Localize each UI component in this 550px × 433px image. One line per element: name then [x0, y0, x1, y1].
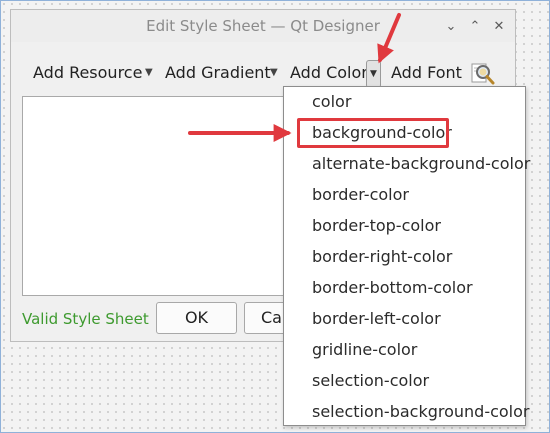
toolbar: Add Resource ▼ Add Gradient ▼ Add Color …: [11, 58, 515, 88]
menu-item-selection-color[interactable]: selection-color: [312, 366, 429, 396]
menu-item-border-color[interactable]: border-color: [312, 180, 409, 210]
title-bar[interactable]: Edit Style Sheet — Qt Designer ⌄ ⌃ ✕: [11, 10, 515, 42]
menu-item-border-right-color[interactable]: border-right-color: [312, 242, 452, 272]
add-color-dropdown-button[interactable]: ▼: [366, 60, 381, 88]
highlight-box-annotation: [297, 118, 449, 148]
menu-item-selection-background-color[interactable]: selection-background-color: [312, 397, 530, 427]
maximize-chevron-icon[interactable]: ⌃: [463, 14, 487, 38]
menu-item-border-bottom-color[interactable]: border-bottom-color: [312, 273, 473, 303]
menu-item-gridline-color[interactable]: gridline-color: [312, 335, 417, 365]
add-font-button[interactable]: Add Font: [391, 58, 462, 88]
validity-status: Valid Style Sheet: [22, 310, 149, 328]
minimize-chevron-icon[interactable]: ⌄: [439, 14, 463, 38]
close-icon[interactable]: ✕: [487, 14, 511, 38]
find-magnifier-icon[interactable]: [469, 60, 497, 86]
menu-item-color[interactable]: color: [312, 87, 351, 117]
add-resource-dropdown-icon[interactable]: ▼: [145, 58, 153, 88]
menu-item-border-left-color[interactable]: border-left-color: [312, 304, 441, 334]
menu-item-border-top-color[interactable]: border-top-color: [312, 211, 441, 241]
dropdown-arrow-icon: ▼: [370, 69, 377, 79]
add-color-button[interactable]: Add Color: [290, 58, 368, 88]
menu-item-alternate-background-color[interactable]: alternate-background-color: [312, 149, 530, 179]
add-gradient-dropdown-icon[interactable]: ▼: [270, 58, 278, 88]
add-gradient-button[interactable]: Add Gradient: [165, 58, 271, 88]
add-resource-button[interactable]: Add Resource: [33, 58, 142, 88]
ok-button[interactable]: OK: [156, 302, 237, 334]
